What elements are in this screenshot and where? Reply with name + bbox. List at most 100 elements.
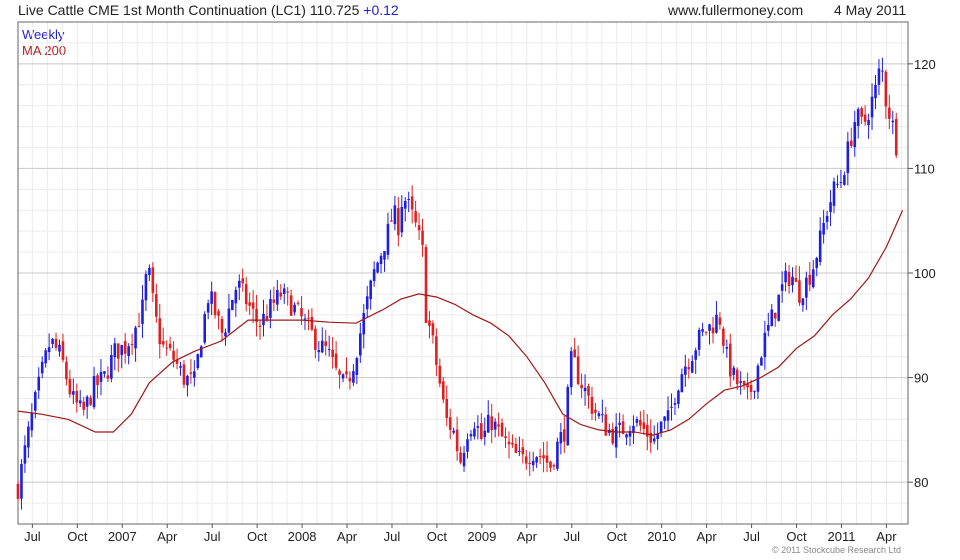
- candle-body: [234, 289, 238, 304]
- candle-body: [99, 371, 103, 382]
- candle-body: [452, 430, 455, 433]
- candle-body: [815, 257, 819, 269]
- candle-body: [272, 299, 276, 303]
- candle-body: [362, 313, 366, 335]
- candle-body: [379, 255, 383, 264]
- candle-body: [690, 361, 694, 373]
- candle-body: [708, 324, 711, 331]
- candle-body: [497, 424, 500, 427]
- candle-body: [894, 118, 898, 156]
- candle-body: [715, 314, 718, 333]
- candle-body: [213, 292, 217, 316]
- candle-body: [573, 349, 576, 358]
- candle-body: [20, 464, 23, 499]
- candle-body: [400, 206, 404, 233]
- candle-body: [68, 378, 72, 395]
- candle-body: [639, 419, 642, 426]
- candle-body: [134, 327, 137, 349]
- x-tick-label: Oct: [607, 529, 628, 544]
- candle-body: [393, 205, 397, 225]
- candle-body: [61, 341, 65, 360]
- candle-body: [694, 350, 698, 360]
- candle-body: [663, 416, 666, 421]
- candle-body: [189, 372, 193, 374]
- candle-body: [552, 465, 556, 467]
- x-tick-label: Oct: [67, 529, 88, 544]
- candle-body: [303, 318, 307, 320]
- candle-body: [528, 462, 532, 464]
- candle-body: [72, 391, 75, 395]
- candle-body: [722, 328, 725, 346]
- candle-body: [849, 140, 853, 146]
- candle-body: [161, 340, 165, 345]
- candle-body: [545, 455, 549, 463]
- candle-body: [27, 426, 30, 448]
- candle-body: [428, 320, 431, 326]
- candle-body: [777, 294, 780, 321]
- candle-body: [237, 280, 241, 288]
- candle-body: [542, 455, 545, 459]
- candle-body: [870, 96, 874, 118]
- candle-body: [113, 343, 117, 358]
- candle-body: [168, 343, 172, 349]
- candle-body: [227, 308, 231, 333]
- candle-body: [23, 445, 27, 464]
- candle-body: [760, 357, 763, 366]
- price-chart: 80 90 100 110 120 Jul Oct 2007 Apr Jul Oct 2008 Apr J…: [16, 21, 936, 544]
- x-tick-label: Oct: [247, 529, 268, 544]
- x-tick-label: Jul: [743, 529, 760, 544]
- x-tick-label: Oct: [786, 529, 807, 544]
- x-tick-label: 2011: [827, 529, 855, 544]
- candle-body: [33, 391, 37, 411]
- candle-body: [829, 202, 832, 213]
- candle-body: [78, 400, 82, 404]
- candle-body: [739, 381, 742, 383]
- candle-body: [784, 270, 787, 283]
- candle-body: [563, 429, 566, 442]
- x-tick-label: Jul: [204, 529, 221, 544]
- candle-body: [597, 413, 601, 417]
- candle-body: [843, 175, 846, 185]
- candle-body: [749, 385, 753, 392]
- candle-body: [435, 336, 438, 365]
- candle-body: [182, 364, 186, 385]
- candle-body: [507, 441, 511, 445]
- candle-body: [818, 230, 822, 263]
- x-tick-label: Apr: [876, 529, 897, 544]
- candle-body: [130, 343, 134, 345]
- candle-body: [625, 434, 628, 438]
- candle-body: [521, 447, 525, 455]
- y-tick-label: 80: [914, 475, 928, 490]
- x-tick-label: Oct: [427, 529, 448, 544]
- candle-body: [732, 367, 736, 375]
- candle-body: [103, 371, 106, 374]
- candle-body: [279, 292, 283, 297]
- candle-body: [289, 295, 293, 316]
- candle-body: [431, 323, 435, 336]
- candle-body: [556, 441, 559, 469]
- candle-body: [601, 414, 604, 416]
- x-tick-label: 2009: [467, 529, 496, 544]
- candle-body: [874, 84, 877, 99]
- candle-body: [770, 309, 774, 327]
- candle-body: [386, 223, 390, 255]
- y-tick-label: 100: [914, 266, 936, 281]
- x-tick-label: Apr: [337, 529, 358, 544]
- candle-body: [614, 426, 618, 448]
- candle-body: [684, 366, 687, 375]
- candle-body: [701, 329, 704, 332]
- candle-body: [884, 71, 888, 107]
- candle-body: [324, 341, 328, 346]
- copyright-notice: © 2011 Stockcube Research Ltd: [772, 545, 902, 555]
- candle-body: [728, 343, 732, 377]
- candle-body: [286, 291, 289, 293]
- candle-body: [559, 432, 563, 444]
- candle-body: [670, 406, 673, 408]
- candle-body: [155, 294, 158, 317]
- candle-body: [300, 307, 303, 317]
- candle-body: [594, 409, 597, 413]
- x-tick-label: Apr: [697, 529, 718, 544]
- candle-body: [469, 434, 473, 437]
- candle-body: [206, 303, 210, 313]
- candle-body: [293, 304, 296, 313]
